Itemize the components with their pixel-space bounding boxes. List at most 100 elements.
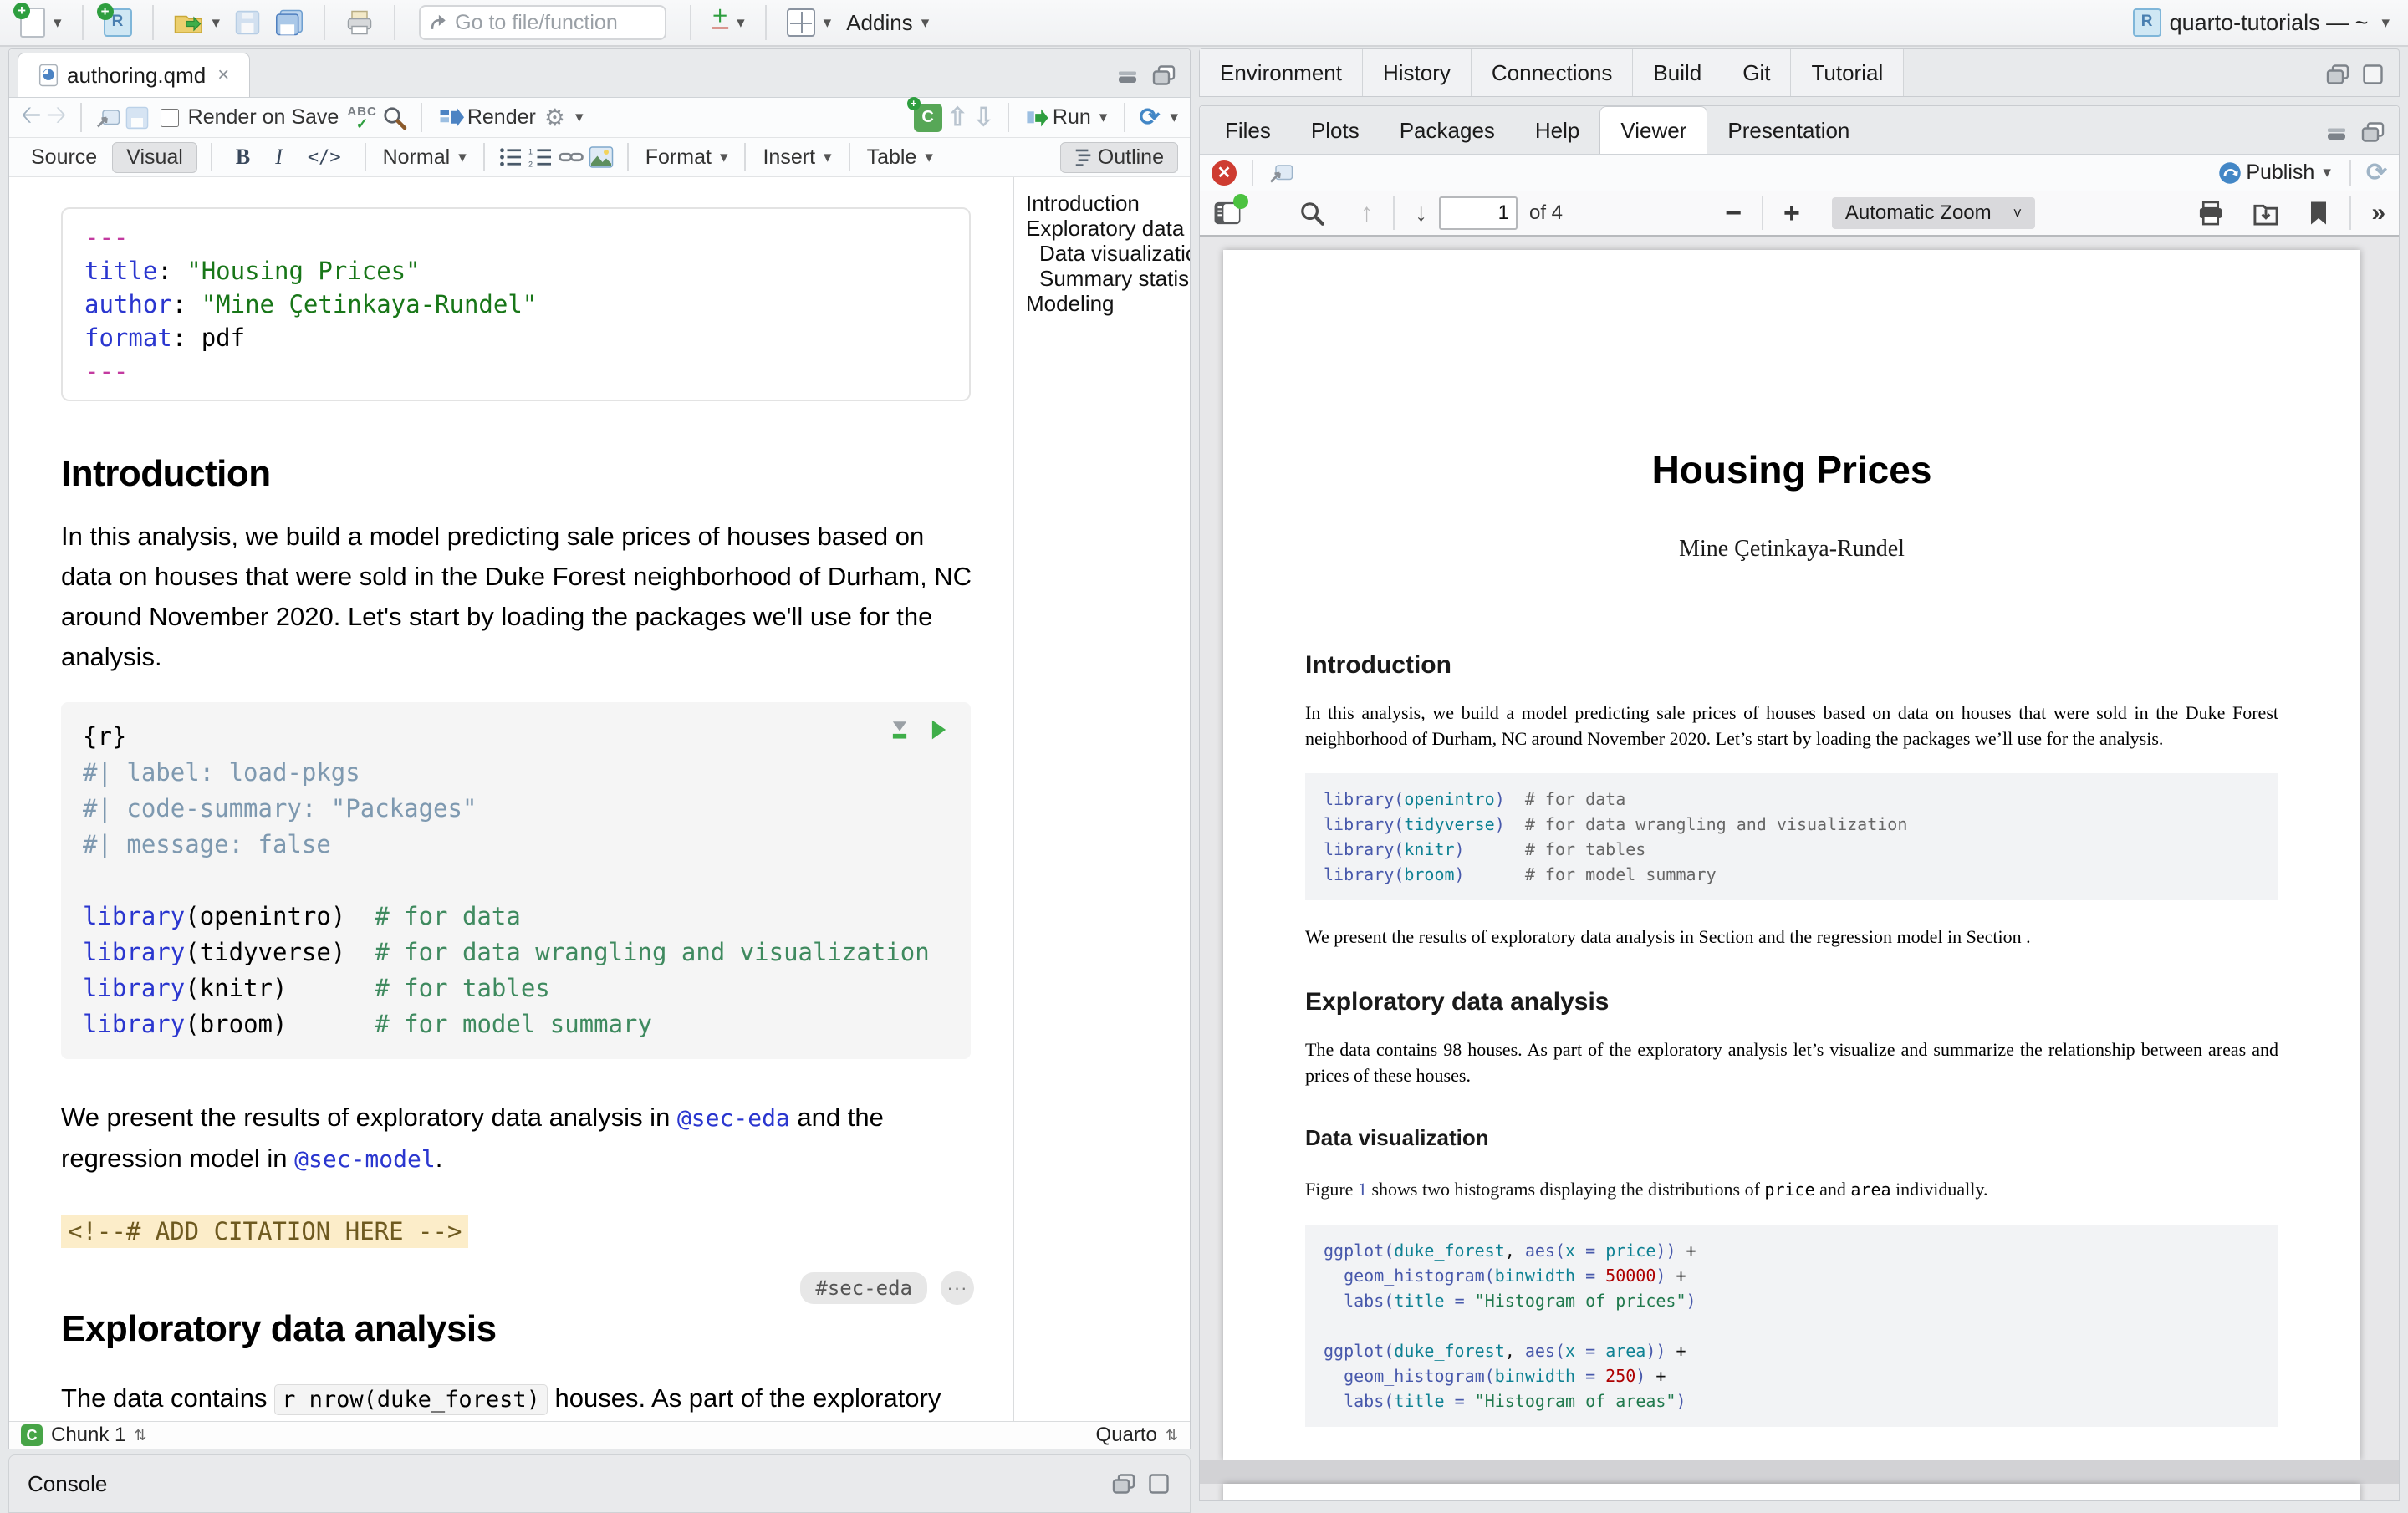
link-icon[interactable] [559, 146, 584, 168]
clear-viewer-icon[interactable]: ✕ [1212, 160, 1237, 186]
project-selector[interactable]: R quarto-tutorials — ~ ▾ [2133, 0, 2390, 45]
bullet-list-icon[interactable] [498, 146, 523, 168]
intro-paragraph[interactable]: In this analysis, we build a model predi… [61, 517, 974, 677]
page-number-input[interactable] [1439, 196, 1518, 230]
intro-heading[interactable]: Introduction [61, 453, 976, 495]
image-icon[interactable] [589, 145, 614, 169]
format-menu[interactable]: Format ▾ [642, 144, 732, 171]
pdf-next-page-icon[interactable]: ↓ [1415, 199, 1427, 227]
minimize-console-icon[interactable] [1111, 1474, 1136, 1494]
zoom-out-icon[interactable]: − [1725, 199, 1742, 227]
eda-heading[interactable]: Exploratory data analysis [61, 1308, 976, 1350]
save-all-button[interactable] [272, 8, 307, 38]
yaml-front-matter[interactable]: ---title: "Housing Prices"author: "Mine … [61, 207, 971, 401]
viewer-popout-icon[interactable] [1268, 161, 1293, 185]
section-menu-button[interactable]: ··· [941, 1271, 974, 1305]
render-on-save-checkbox[interactable] [161, 109, 179, 127]
pdf-print-icon[interactable] [2197, 201, 2224, 226]
tab-connections[interactable]: Connections [1472, 49, 1634, 96]
render-on-save-toggle[interactable]: Render on Save [154, 104, 343, 131]
open-file-button[interactable]: ▾ [171, 8, 224, 37]
print-button[interactable] [342, 8, 377, 37]
maximize-viewer-pane-icon[interactable] [2360, 122, 2385, 142]
minimize-viewer-pane-icon[interactable] [2325, 122, 2350, 142]
spellcheck-button[interactable]: ABC ✓ [347, 106, 377, 130]
source-mode-button[interactable]: Source [21, 143, 107, 172]
tab-history[interactable]: History [1363, 49, 1472, 96]
run-chunks-above-icon[interactable] [889, 719, 911, 741]
tab-help[interactable]: Help [1515, 107, 1599, 154]
console-title[interactable]: Console [28, 1471, 107, 1497]
tab-files[interactable]: Files [1205, 107, 1291, 154]
pdf-more-tools-icon[interactable]: » [2371, 199, 2385, 227]
tab-environment[interactable]: Environment [1200, 49, 1363, 96]
publish-button[interactable]: Publish ▾ [2214, 159, 2334, 187]
maximize-console-icon[interactable] [1146, 1474, 1171, 1494]
outline-item-data-visualization[interactable]: Data visualization [1026, 241, 1190, 266]
insert-menu[interactable]: Insert ▾ [759, 144, 834, 171]
chunk-position-label[interactable]: Chunk 1 [51, 1424, 125, 1447]
render-settings-gear-icon[interactable]: ⚙ [544, 104, 565, 131]
run-previous-icon[interactable]: ⇧ [947, 103, 968, 132]
close-tab-icon[interactable]: × [217, 64, 229, 87]
outline-item-introduction[interactable]: Introduction [1026, 191, 1190, 216]
zoom-level-select[interactable]: Automatic Zoom ˅ [1832, 197, 2035, 229]
search-icon[interactable] [382, 105, 407, 130]
pdf-search-icon[interactable] [1298, 200, 1325, 227]
pdf-bookmark-icon[interactable] [2308, 201, 2329, 226]
citation-comment-line[interactable]: <!--# ADD CITATION HERE --> [61, 1215, 976, 1248]
outline-item-summary-statistics[interactable]: Summary statis… [1026, 266, 1190, 291]
r-code-chunk[interactable]: {r}#| label: load-pkgs#| code-summary: "… [61, 702, 971, 1059]
refresh-viewer-icon[interactable]: ⟳ [2366, 158, 2387, 187]
run-next-icon[interactable]: ⇩ [973, 103, 994, 132]
new-file-button[interactable]: + ▾ [17, 6, 65, 39]
rerun-icon[interactable]: ⟳ [1139, 103, 1160, 132]
addins-button[interactable]: Addins ▾ [843, 8, 932, 38]
restore-env-pane-icon[interactable] [2325, 64, 2350, 84]
goto-file-search[interactable] [419, 5, 666, 40]
goto-file-input[interactable] [453, 10, 656, 36]
rerun-caret-icon[interactable]: ▾ [1170, 108, 1178, 127]
visual-mode-button[interactable]: Visual [112, 142, 197, 173]
document-format-label[interactable]: Quarto [1096, 1424, 1157, 1447]
tab-tutorial[interactable]: Tutorial [1791, 49, 1904, 96]
maximize-env-pane-icon[interactable] [2360, 64, 2385, 84]
pdf-previous-page-icon[interactable]: ↑ [1360, 199, 1373, 227]
numbered-list-icon[interactable]: 1 2 [528, 146, 554, 168]
maximize-pane-icon[interactable] [1151, 65, 1176, 85]
chunk-nav-icon[interactable]: ⇅ [134, 1427, 146, 1444]
bold-button[interactable]: B [226, 142, 260, 172]
version-control-button[interactable]: ＋— ▾ [708, 10, 748, 35]
new-project-button[interactable]: R+ [100, 7, 135, 38]
render-caret-icon[interactable]: ▾ [575, 108, 584, 127]
pdf-download-icon[interactable] [2252, 201, 2279, 226]
tab-packages[interactable]: Packages [1380, 107, 1515, 154]
tab-plots[interactable]: Plots [1291, 107, 1380, 154]
pdf-sidebar-toggle[interactable] [1213, 201, 1242, 226]
tab-git[interactable]: Git [1722, 49, 1791, 96]
table-menu[interactable]: Table ▾ [864, 144, 936, 171]
tab-viewer[interactable]: Viewer [1599, 106, 1707, 154]
pdf-viewer-area[interactable]: Housing Prices Mine Çetinkaya-Rundel Int… [1200, 237, 2399, 1500]
render-button[interactable]: Render [436, 104, 539, 131]
save-button[interactable] [232, 8, 263, 37]
run-button[interactable]: Run ▾ [1023, 104, 1110, 131]
insert-chunk-button[interactable]: C + [914, 104, 942, 132]
forward-icon[interactable]: 🡢 [46, 96, 66, 139]
outline-item-modeling[interactable]: Modeling [1026, 291, 1190, 316]
code-format-button[interactable]: </> [298, 145, 351, 171]
run-chunk-icon[interactable] [929, 719, 949, 741]
back-icon[interactable]: 🡠 [21, 96, 41, 139]
paragraph-style-dropdown[interactable]: Normal ▾ [380, 144, 470, 171]
minimize-pane-icon[interactable] [1116, 65, 1141, 85]
section-id-badge[interactable]: #sec-eda [800, 1272, 927, 1304]
save-icon[interactable] [125, 106, 149, 130]
tab-build[interactable]: Build [1633, 49, 1722, 96]
workspace-panes-button[interactable]: ▾ [783, 7, 835, 38]
present-paragraph[interactable]: We present the results of exploratory da… [61, 1098, 974, 1179]
visual-editor-canvas[interactable]: ---title: "Housing Prices"author: "Mine … [9, 177, 1013, 1421]
italic-button[interactable]: I [265, 142, 293, 172]
popout-icon[interactable] [95, 106, 120, 130]
format-nav-icon[interactable]: ⇅ [1166, 1427, 1178, 1444]
data-paragraph[interactable]: The data contains r nrow(duke_forest) ho… [61, 1378, 974, 1421]
